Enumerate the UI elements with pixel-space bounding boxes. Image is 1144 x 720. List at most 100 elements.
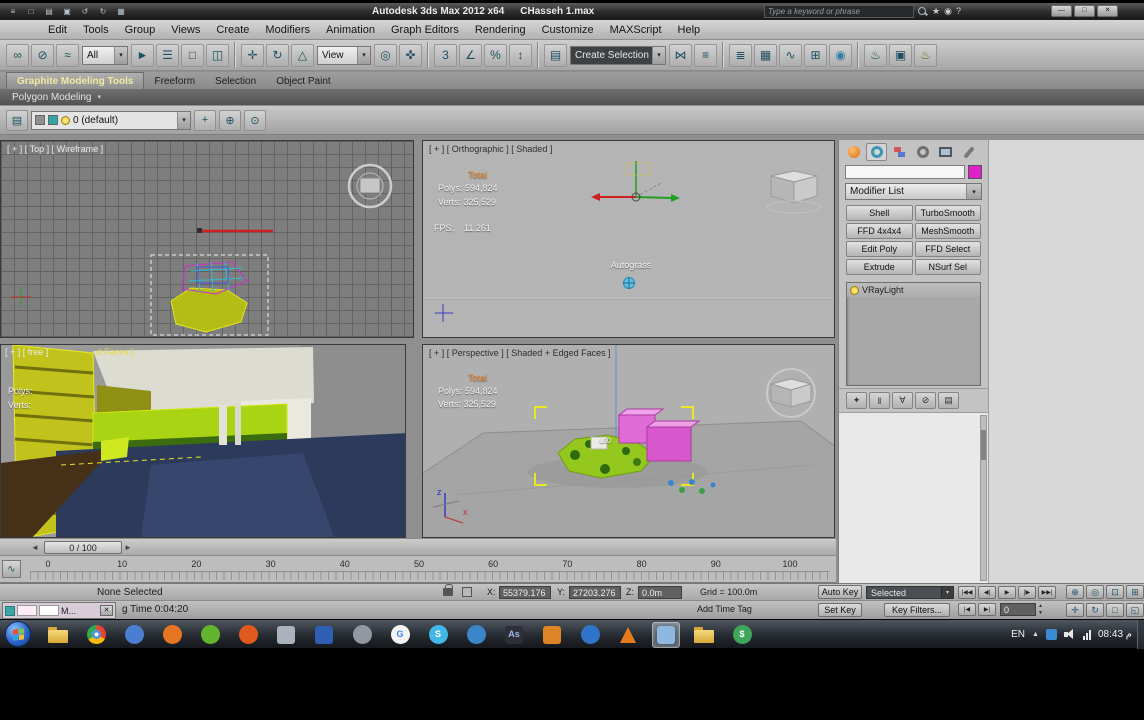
mirror-icon[interactable]: ⋈ xyxy=(669,43,692,67)
ribbon-tab-object-paint[interactable]: Object Paint xyxy=(266,72,340,89)
modifier-preset-turbosmooth[interactable]: TurboSmooth xyxy=(914,205,981,221)
spinner-snap-toggle-icon[interactable]: ↕ xyxy=(509,43,532,67)
taskbar-gray-app-icon[interactable] xyxy=(348,622,376,648)
show-desktop-button[interactable] xyxy=(1137,620,1144,649)
selection-filter-dropdown[interactable]: All ▾ xyxy=(82,45,128,65)
close-button[interactable]: ✕ xyxy=(1097,5,1118,17)
menu-help[interactable]: Help xyxy=(670,22,709,38)
modifier-preset-extrude[interactable]: Extrude xyxy=(846,259,913,275)
select-objects-in-layer-icon[interactable]: ⊙ xyxy=(244,109,266,131)
menu-modifiers[interactable]: Modifiers xyxy=(257,22,318,38)
viewport-top[interactable]: [ + ] [ Top ] [ Wireframe ] xyxy=(0,140,414,338)
add-time-tag[interactable]: Add Time Tag xyxy=(697,604,752,614)
add-selection-to-layer-icon[interactable]: ⊕ xyxy=(219,109,241,131)
close-icon[interactable]: ✕ xyxy=(100,605,113,616)
pan-view-icon[interactable]: ✛ xyxy=(1066,603,1084,617)
new-scene-icon[interactable]: □ xyxy=(23,5,39,18)
time-slider-bar[interactable]: ◄ 0 / 100 ► xyxy=(0,538,836,556)
taskbar-money-app-icon[interactable]: $ xyxy=(728,622,756,648)
ribbon-tab-graphite-modeling-tools[interactable]: Graphite Modeling Tools xyxy=(6,72,145,89)
volume-icon[interactable] xyxy=(1063,629,1076,640)
reference-coordinate-system-dropdown[interactable]: View ▾ xyxy=(317,45,371,65)
minimize-button[interactable]: — xyxy=(1051,5,1072,17)
angle-snap-toggle-icon[interactable]: ∠ xyxy=(459,43,482,67)
named-selection-sets-dropdown[interactable]: Create Selection Se▾ xyxy=(570,45,666,65)
spinner-up-icon[interactable]: ▲ xyxy=(1038,603,1043,609)
language-indicator[interactable]: EN xyxy=(1011,629,1025,640)
previous-frame-button[interactable]: ◀| xyxy=(978,586,996,599)
viewport-label[interactable]: [ + ] [ Orthographic ] [ Shaded ] xyxy=(429,144,552,154)
application-menu-icon[interactable]: ≡ xyxy=(5,5,21,18)
maximize-button[interactable]: □ xyxy=(1074,5,1095,17)
object-color-swatch[interactable] xyxy=(968,165,982,179)
taskbar-media-player-icon[interactable] xyxy=(120,622,148,648)
viewport-label[interactable]: [ + ] [ free ] xyxy=(5,347,48,357)
window-crossing-toggle-icon[interactable]: ◫ xyxy=(206,43,229,67)
track-bar[interactable]: ∿ 0 10 20 30 40 50 60 70 80 90 100 xyxy=(0,556,836,583)
remove-modifier-icon[interactable]: ⊘ xyxy=(915,392,936,409)
spinner-down-icon[interactable]: ▼ xyxy=(1038,610,1043,616)
show-hidden-icons-icon[interactable]: ▲ xyxy=(1032,631,1039,638)
modifier-preset-shell[interactable]: Shell xyxy=(846,205,913,221)
edit-named-selection-sets-icon[interactable]: ▤ xyxy=(544,43,567,67)
make-unique-icon[interactable]: ∀ xyxy=(892,392,913,409)
modifier-stack[interactable]: VRayLight xyxy=(846,282,981,386)
modifier-preset-ffd-select[interactable]: FFD Select xyxy=(914,241,981,257)
chevron-down-icon[interactable]: ▾ xyxy=(114,46,127,64)
modify-tab-button[interactable] xyxy=(866,143,887,161)
modifier-preset-nsurf-sel[interactable]: NSurf Sel xyxy=(914,259,981,275)
project-folder-icon[interactable]: ▦ xyxy=(113,5,129,18)
start-button[interactable] xyxy=(5,621,31,647)
ribbon-panel-bar[interactable]: Polygon Modeling ▾ xyxy=(0,89,1144,105)
maxscript-listener-mini-window[interactable]: M... ✕ xyxy=(2,602,116,619)
play-animation-button[interactable]: ▶ xyxy=(998,586,1016,599)
material-editor-icon[interactable]: ◉ xyxy=(829,43,852,67)
schematic-view-icon[interactable]: ⊞ xyxy=(804,43,827,67)
taskbar-calculator-icon[interactable] xyxy=(272,622,300,648)
menu-tools[interactable]: Tools xyxy=(75,22,117,38)
viewport-shading-label[interactable]: ...d Faces ] xyxy=(89,347,134,357)
x-coordinate-field[interactable]: 55379.176 xyxy=(499,586,551,599)
zoom-icon[interactable]: ⊕ xyxy=(1066,585,1084,599)
open-file-icon[interactable]: ▤ xyxy=(41,5,57,18)
menu-customize[interactable]: Customize xyxy=(534,22,602,38)
taskbar-active-window-icon[interactable] xyxy=(652,621,680,648)
go-to-end-button[interactable]: ▶▶| xyxy=(1038,586,1056,599)
viewport-label[interactable]: [ + ] [ Top ] [ Wireframe ] xyxy=(7,144,103,154)
taskbar-green-app-icon[interactable] xyxy=(196,622,224,648)
tray-media-icon[interactable] xyxy=(1045,629,1057,640)
snap-toggle-3d-icon[interactable]: 3 xyxy=(434,43,457,67)
auto-key-button[interactable]: Auto Key xyxy=(818,585,862,599)
scrollbar-thumb[interactable] xyxy=(981,430,986,460)
taskbar-vlc-icon[interactable] xyxy=(614,622,642,648)
menu-create[interactable]: Create xyxy=(208,22,257,38)
layer-manager-icon[interactable]: ≣ xyxy=(729,43,752,67)
chevron-down-icon[interactable]: ▾ xyxy=(941,587,953,598)
ribbon-tab-selection[interactable]: Selection xyxy=(205,72,266,89)
y-coordinate-field[interactable]: 27203.276 xyxy=(569,586,621,599)
viewport-free-camera[interactable]: [ + ] [ free ] ...d Faces ] Polys: Verts… xyxy=(0,344,406,538)
key-filters-button[interactable]: Key Filters... xyxy=(884,603,950,617)
taskbar-capture-app-icon[interactable] xyxy=(462,622,490,648)
viewport-label[interactable]: [ + ] [ Perspective ] [ Shaded + Edged F… xyxy=(429,348,611,358)
modifier-preset-edit-poly[interactable]: Edit Poly xyxy=(846,241,913,257)
zoom-all-icon[interactable]: ◎ xyxy=(1086,585,1104,599)
network-icon[interactable] xyxy=(1082,629,1091,640)
pin-stack-icon[interactable]: ✦ xyxy=(846,392,867,409)
current-frame-field[interactable]: 0 xyxy=(1000,603,1036,616)
modifier-stack-item-vraylight[interactable]: VRayLight xyxy=(847,283,980,297)
menu-group[interactable]: Group xyxy=(117,22,164,38)
time-slider-prev-icon[interactable]: ◄ xyxy=(31,543,39,552)
taskbar-orange-app-icon[interactable] xyxy=(234,622,262,648)
menu-edit[interactable]: Edit xyxy=(40,22,75,38)
set-key-button[interactable]: Set Key xyxy=(818,603,862,617)
chevron-down-icon[interactable]: ▾ xyxy=(966,184,981,199)
maximize-viewport-toggle-icon[interactable]: ◱ xyxy=(1126,603,1144,617)
create-tab-button[interactable] xyxy=(843,143,864,161)
layer-manager-toggle-icon[interactable]: ▤ xyxy=(6,109,28,131)
create-new-layer-icon[interactable]: + xyxy=(194,109,216,131)
ribbon-tab-freeform[interactable]: Freeform xyxy=(144,72,205,89)
select-and-move-icon[interactable]: ✛ xyxy=(241,43,264,67)
z-coordinate-field[interactable]: 0.0m xyxy=(638,586,682,599)
orbit-icon[interactable]: ↻ xyxy=(1086,603,1104,617)
